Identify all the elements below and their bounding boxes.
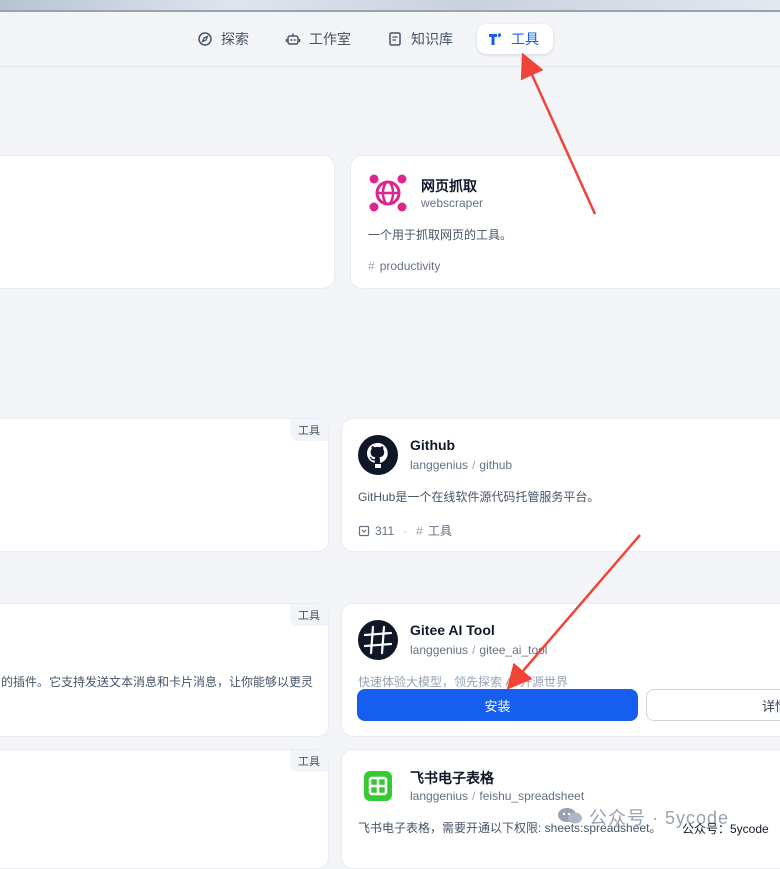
nav-item-label: 探索 <box>221 31 249 47</box>
tool-card[interactable]: 工具 <box>0 749 329 869</box>
top-nav: 探索 工作室 知识库 工具 <box>0 12 780 67</box>
org-name: langgenius <box>410 789 469 803</box>
tool-card-github[interactable]: Github langgenius / github GitHub是一个在线软件… <box>341 418 780 552</box>
slash-separator: / <box>472 643 476 657</box>
nav-item-label: 工作室 <box>309 31 351 47</box>
nav-item-studio[interactable]: 工作室 <box>275 24 361 54</box>
robot-icon <box>285 33 301 45</box>
plugin-name: github <box>479 458 513 472</box>
card-title: Gitee AI Tool <box>410 622 495 638</box>
book-icon <box>389 32 401 46</box>
nav-item-label: 知识库 <box>411 31 453 47</box>
card-subtitle: langgenius / github <box>410 458 512 472</box>
nav-item-knowledge[interactable]: 知识库 <box>377 24 463 54</box>
card-title: 飞书电子表格 <box>410 770 494 786</box>
slash-separator: / <box>472 789 476 803</box>
card-description: 的插件。它支持发送文本消息和卡片消息，让你能够以更灵 <box>1 675 314 689</box>
dot-separator: · <box>403 523 408 538</box>
nav-item-label: 工具 <box>511 31 539 47</box>
plugin-name: gitee_ai_tool <box>479 643 548 657</box>
card-title: Github <box>410 437 456 453</box>
card-description: 一个用于抓取网页的工具。 <box>368 228 513 242</box>
hash-icon: # <box>368 259 375 273</box>
spreadsheet-icon <box>358 766 398 806</box>
tag-label[interactable]: 工具 <box>428 522 452 539</box>
card-title: 网页抓取 <box>421 178 477 194</box>
category-badge: 工具 <box>290 604 328 626</box>
card-description: 快速体验大模型，领先探索 AI 开源世界 <box>358 675 569 689</box>
install-button[interactable]: 安装 <box>357 689 638 721</box>
github-icon <box>358 435 398 475</box>
featured-section: 网页抓取 webscraper 一个用于抓取网页的工具。 # productiv… <box>0 67 780 304</box>
card-subtitle: langgenius / gitee_ai_tool <box>410 643 547 657</box>
compass-icon <box>198 32 212 46</box>
card-description: GitHub是一个在线软件源代码托管服务平台。 <box>358 490 600 504</box>
gitee-ai-icon <box>358 620 398 660</box>
nav-item-explore[interactable]: 探索 <box>187 24 259 54</box>
category-badge: 工具 <box>290 750 328 772</box>
watermark-small: 公众号：5ycode <box>682 822 769 836</box>
card-subtitle: langgenius / feishu_spreadsheet <box>410 789 584 803</box>
install-count: 311 <box>375 523 395 538</box>
plugin-name: feishu_spreadsheet <box>479 789 585 803</box>
tool-card[interactable]: 工具 的插件。它支持发送文本消息和卡片消息，让你能够以更灵 <box>0 603 329 737</box>
card-subtitle: webscraper <box>421 196 484 210</box>
tool-card-webscraper[interactable]: 网页抓取 webscraper 一个用于抓取网页的工具。 # productiv… <box>350 155 780 289</box>
tool-card[interactable]: 工具 <box>0 418 329 552</box>
tag-label[interactable]: productivity <box>380 259 441 273</box>
detail-button[interactable]: 详情 <box>646 689 780 721</box>
tool-card[interactable] <box>0 155 335 289</box>
window-top-strip <box>0 0 780 10</box>
nav-item-tools[interactable]: 工具 <box>477 24 553 54</box>
slash-separator: / <box>472 458 476 472</box>
wechat-icon <box>556 806 584 831</box>
card-meta: 311 · # 工具 <box>358 522 452 539</box>
org-name: langgenius <box>410 458 469 472</box>
category-badge: 工具 <box>290 419 328 441</box>
webscraper-icon <box>368 173 408 213</box>
org-name: langgenius <box>410 643 469 657</box>
hash-icon: # <box>416 523 423 538</box>
tool-icon <box>489 33 502 45</box>
card-tags: # productivity <box>368 259 440 273</box>
download-icon <box>358 525 370 536</box>
